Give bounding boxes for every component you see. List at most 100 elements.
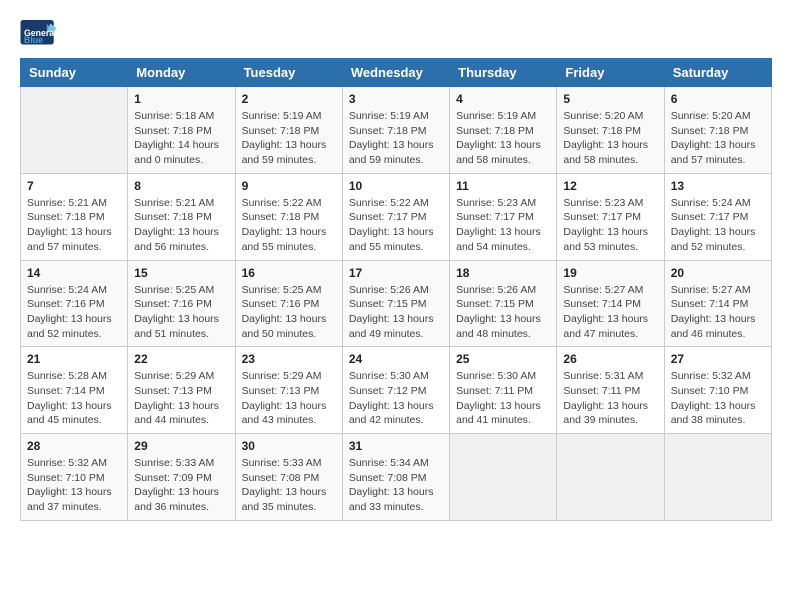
day-info: Sunrise: 5:33 AMSunset: 7:08 PMDaylight:… (242, 456, 336, 515)
day-info: Sunrise: 5:28 AMSunset: 7:14 PMDaylight:… (27, 369, 121, 428)
calendar-cell (557, 434, 664, 521)
day-info: Sunrise: 5:29 AMSunset: 7:13 PMDaylight:… (242, 369, 336, 428)
calendar-cell: 25 Sunrise: 5:30 AMSunset: 7:11 PMDayligh… (450, 347, 557, 434)
day-number: 23 (242, 352, 336, 366)
calendar-cell: 28Sunrise: 5:32 AMSunset: 7:10 PMDayligh… (21, 434, 128, 521)
day-info: Sunrise: 5:27 AMSunset: 7:14 PMDaylight:… (563, 283, 657, 342)
calendar-cell (450, 434, 557, 521)
weekday-header-row: SundayMondayTuesdayWednesdayThursdayFrid… (21, 59, 772, 87)
calendar-cell: 23 Sunrise: 5:29 AMSunset: 7:13 PMDayligh… (235, 347, 342, 434)
calendar-cell: 5 Sunrise: 5:20 AMSunset: 7:18 PMDaylight… (557, 87, 664, 174)
calendar-cell (21, 87, 128, 174)
calendar-cell: 18 Sunrise: 5:26 AMSunset: 7:15 PMDayligh… (450, 260, 557, 347)
day-info: Sunrise: 5:30 AMSunset: 7:11 PMDaylight:… (456, 369, 550, 428)
svg-text:Blue: Blue (24, 35, 43, 45)
day-number: 22 (134, 352, 228, 366)
calendar-cell: 21 Sunrise: 5:28 AMSunset: 7:14 PMDayligh… (21, 347, 128, 434)
calendar-cell: 10 Sunrise: 5:22 AMSunset: 7:17 PMDayligh… (342, 173, 449, 260)
day-info: Sunrise: 5:26 AMSunset: 7:15 PMDaylight:… (456, 283, 550, 342)
day-info: Sunrise: 5:19 AMSunset: 7:18 PMDaylight:… (349, 109, 443, 168)
day-number: 12 (563, 179, 657, 193)
day-number: 13 (671, 179, 765, 193)
day-info: Sunrise: 5:30 AMSunset: 7:12 PMDaylight:… (349, 369, 443, 428)
calendar-cell: 14 Sunrise: 5:24 AMSunset: 7:16 PMDayligh… (21, 260, 128, 347)
day-info: Sunrise: 5:31 AMSunset: 7:11 PMDaylight:… (563, 369, 657, 428)
calendar-cell: 1Sunrise: 5:18 AMSunset: 7:18 PMDaylight… (128, 87, 235, 174)
day-info: Sunrise: 5:19 AMSunset: 7:18 PMDaylight:… (242, 109, 336, 168)
page-header: General Blue (20, 20, 772, 48)
calendar-cell: 6 Sunrise: 5:20 AMSunset: 7:18 PMDaylight… (664, 87, 771, 174)
calendar-cell: 19 Sunrise: 5:27 AMSunset: 7:14 PMDayligh… (557, 260, 664, 347)
day-info: Sunrise: 5:32 AMSunset: 7:10 PMDaylight:… (27, 456, 121, 515)
calendar-cell: 31 Sunrise: 5:34 AMSunset: 7:08 PMDayligh… (342, 434, 449, 521)
day-number: 19 (563, 266, 657, 280)
day-number: 15 (134, 266, 228, 280)
day-number: 24 (349, 352, 443, 366)
day-number: 25 (456, 352, 550, 366)
day-info: Sunrise: 5:20 AMSunset: 7:18 PMDaylight:… (563, 109, 657, 168)
day-info: Sunrise: 5:27 AMSunset: 7:14 PMDaylight:… (671, 283, 765, 342)
calendar-cell: 11Sunrise: 5:23 AMSunset: 7:17 PMDayligh… (450, 173, 557, 260)
calendar-week-row: 28Sunrise: 5:32 AMSunset: 7:10 PMDayligh… (21, 434, 772, 521)
calendar-cell: 20 Sunrise: 5:27 AMSunset: 7:14 PMDayligh… (664, 260, 771, 347)
calendar-cell: 12 Sunrise: 5:23 AMSunset: 7:17 PMDayligh… (557, 173, 664, 260)
calendar-cell: 3Sunrise: 5:19 AMSunset: 7:18 PMDaylight… (342, 87, 449, 174)
calendar-week-row: 7 Sunrise: 5:21 AMSunset: 7:18 PMDaylight… (21, 173, 772, 260)
calendar-cell: 4 Sunrise: 5:19 AMSunset: 7:18 PMDaylight… (450, 87, 557, 174)
day-info: Sunrise: 5:32 AMSunset: 7:10 PMDaylight:… (671, 369, 765, 428)
calendar-week-row: 21 Sunrise: 5:28 AMSunset: 7:14 PMDayligh… (21, 347, 772, 434)
calendar-cell: 7Sunrise: 5:21 AMSunset: 7:18 PMDaylight… (21, 173, 128, 260)
day-number: 20 (671, 266, 765, 280)
day-number: 14 (27, 266, 121, 280)
calendar-week-row: 1Sunrise: 5:18 AMSunset: 7:18 PMDaylight… (21, 87, 772, 174)
day-info: Sunrise: 5:22 AMSunset: 7:17 PMDaylight:… (349, 196, 443, 255)
calendar-cell: 13 Sunrise: 5:24 AMSunset: 7:17 PMDayligh… (664, 173, 771, 260)
day-number: 2 (242, 92, 336, 106)
day-info: Sunrise: 5:21 AMSunset: 7:18 PMDaylight:… (134, 196, 228, 255)
weekday-header: Wednesday (342, 59, 449, 87)
calendar-cell: 27 Sunrise: 5:32 AMSunset: 7:10 PMDayligh… (664, 347, 771, 434)
day-number: 9 (242, 179, 336, 193)
calendar-cell: 15 Sunrise: 5:25 AMSunset: 7:16 PMDayligh… (128, 260, 235, 347)
day-number: 29 (134, 439, 228, 453)
calendar-cell: 16 Sunrise: 5:25 AMSunset: 7:16 PMDayligh… (235, 260, 342, 347)
calendar-cell: 22 Sunrise: 5:29 AMSunset: 7:13 PMDayligh… (128, 347, 235, 434)
day-info: Sunrise: 5:20 AMSunset: 7:18 PMDaylight:… (671, 109, 765, 168)
day-number: 27 (671, 352, 765, 366)
day-number: 16 (242, 266, 336, 280)
day-info: Sunrise: 5:25 AMSunset: 7:16 PMDaylight:… (134, 283, 228, 342)
day-info: Sunrise: 5:25 AMSunset: 7:16 PMDaylight:… (242, 283, 336, 342)
weekday-header: Tuesday (235, 59, 342, 87)
day-info: Sunrise: 5:29 AMSunset: 7:13 PMDaylight:… (134, 369, 228, 428)
calendar-cell: 2 Sunrise: 5:19 AMSunset: 7:18 PMDaylight… (235, 87, 342, 174)
weekday-header: Saturday (664, 59, 771, 87)
day-number: 26 (563, 352, 657, 366)
day-number: 7 (27, 179, 121, 193)
calendar-cell: 24 Sunrise: 5:30 AMSunset: 7:12 PMDayligh… (342, 347, 449, 434)
day-info: Sunrise: 5:26 AMSunset: 7:15 PMDaylight:… (349, 283, 443, 342)
day-info: Sunrise: 5:23 AMSunset: 7:17 PMDaylight:… (563, 196, 657, 255)
day-number: 31 (349, 439, 443, 453)
day-number: 4 (456, 92, 550, 106)
day-info: Sunrise: 5:34 AMSunset: 7:08 PMDaylight:… (349, 456, 443, 515)
day-info: Sunrise: 5:24 AMSunset: 7:17 PMDaylight:… (671, 196, 765, 255)
day-info: Sunrise: 5:24 AMSunset: 7:16 PMDaylight:… (27, 283, 121, 342)
day-number: 8 (134, 179, 228, 193)
logo: General Blue (20, 20, 56, 48)
weekday-header: Monday (128, 59, 235, 87)
day-number: 6 (671, 92, 765, 106)
day-number: 10 (349, 179, 443, 193)
day-info: Sunrise: 5:19 AMSunset: 7:18 PMDaylight:… (456, 109, 550, 168)
day-number: 21 (27, 352, 121, 366)
logo-icon: General Blue (20, 20, 56, 48)
day-number: 30 (242, 439, 336, 453)
weekday-header: Sunday (21, 59, 128, 87)
day-info: Sunrise: 5:33 AMSunset: 7:09 PMDaylight:… (134, 456, 228, 515)
calendar-table: SundayMondayTuesdayWednesdayThursdayFrid… (20, 58, 772, 521)
day-number: 1 (134, 92, 228, 106)
day-number: 18 (456, 266, 550, 280)
day-info: Sunrise: 5:23 AMSunset: 7:17 PMDaylight:… (456, 196, 550, 255)
weekday-header: Friday (557, 59, 664, 87)
day-number: 5 (563, 92, 657, 106)
calendar-cell: 29 Sunrise: 5:33 AMSunset: 7:09 PMDayligh… (128, 434, 235, 521)
